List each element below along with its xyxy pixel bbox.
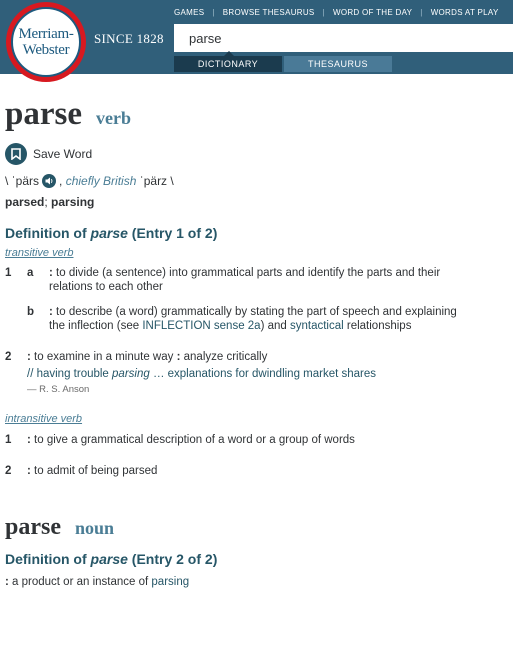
tab-thesaurus[interactable]: THESAURUS <box>284 56 392 72</box>
sense-1b-text-2: ) and <box>260 320 290 332</box>
syntactical-link[interactable]: syntactical <box>290 320 344 332</box>
nav-games[interactable]: GAMES <box>174 8 204 17</box>
bookmark-icon <box>5 143 27 165</box>
sense-text: : to give a grammatical description of a… <box>27 434 355 446</box>
entry2-sense: : a product or an instance of parsing <box>5 575 505 589</box>
sense-1a-text: to divide (a sentence) into grammatical … <box>49 267 441 293</box>
sense-2-text-1: to examine in a minute way <box>30 351 177 363</box>
def-heading-word: parse <box>90 551 128 567</box>
sense-letter: a <box>27 267 34 279</box>
entry2-part-of-speech[interactable]: noun <box>75 518 114 539</box>
entry1-headword: parse <box>5 96 82 132</box>
sense-1b-text-3: relationships <box>343 320 412 332</box>
sense-number: 2 <box>5 351 12 363</box>
entry2-def-text: a product or an instance of <box>8 576 152 588</box>
nav-browse-thesaurus[interactable]: BROWSE THESAURUS <box>223 8 315 17</box>
example-word: parsing <box>112 368 150 380</box>
transitive-verb-label[interactable]: transitive verb <box>5 247 505 259</box>
sense-number: 1 <box>5 267 12 279</box>
tab-dictionary[interactable]: DICTIONARY <box>174 51 282 72</box>
def-heading-prefix: Definition of <box>5 551 91 567</box>
sense-text: : a product or an instance of parsing <box>5 576 190 588</box>
top-nav: GAMES | BROWSE THESAURUS | WORD OF THE D… <box>174 8 499 17</box>
pron-us: \ ˈpärs <box>5 174 40 188</box>
pron-chiefly-british: chiefly British <box>65 174 137 188</box>
entry2-headword-row: parse noun <box>5 514 505 541</box>
search-input[interactable]: parse <box>174 24 513 52</box>
entry1-part-of-speech[interactable]: verb <box>96 108 131 129</box>
intransitive-1-text: to give a grammatical description of a w… <box>30 434 355 446</box>
sense-1b: b : to describe (a word) grammatically b… <box>5 305 475 333</box>
sense-2-text-2: analyze critically <box>180 351 268 363</box>
inflection-parsed: parsed <box>5 195 45 209</box>
sense-number-spacer <box>5 305 27 333</box>
sense-text: : to admit of being parsed <box>27 465 158 477</box>
entry2-definition-heading: Definition of parse (Entry 2 of 2) <box>5 551 505 567</box>
pronunciation: \ ˈpärs , chiefly British ˈpärz \ <box>5 174 505 188</box>
inflection-sense-link[interactable]: INFLECTION sense 2a <box>142 320 260 332</box>
entry1-definition-heading: Definition of parse (Entry 1 of 2) <box>5 225 505 241</box>
site-header: Merriam- Webster SINCE 1828 GAMES | BROW… <box>0 0 513 82</box>
def-heading-suffix: (Entry 2 of 2) <box>127 551 218 567</box>
entry-content: parse verb Save Word \ ˈpärs , chiefly B… <box>5 96 505 589</box>
save-word-label: Save Word <box>33 147 93 161</box>
nav-word-of-the-day[interactable]: WORD OF THE DAY <box>333 8 412 17</box>
intransitive-2-text: to admit of being parsed <box>30 465 158 477</box>
sense-text: : to divide (a sentence) into grammatica… <box>49 267 441 293</box>
def-heading-word: parse <box>90 225 128 241</box>
inflections: parsed; parsing <box>5 195 505 209</box>
merriam-webster-logo[interactable]: Merriam- Webster <box>6 2 86 82</box>
pron-separator: , <box>59 174 66 188</box>
sense-2: 2 : to examine in a minute way : analyze… <box>5 350 475 364</box>
pron-british: ˈpärz \ <box>139 174 174 188</box>
sense-text: : to describe (a word) grammatically by … <box>49 306 457 332</box>
logo-badge: Merriam- Webster <box>11 7 81 77</box>
entry1-headword-row: parse verb <box>5 96 505 136</box>
intransitive-sense-1: 1 : to give a grammatical description of… <box>5 433 505 447</box>
sense-number: 1 <box>5 434 12 446</box>
def-heading-prefix: Definition of <box>5 225 91 241</box>
since-tagline: SINCE 1828 <box>94 31 164 46</box>
intransitive-sense-2: 2 : to admit of being parsed <box>5 464 505 478</box>
example-prefix: // having trouble <box>27 368 113 380</box>
nav-words-at-play[interactable]: WORDS AT PLAY <box>431 8 499 17</box>
save-word-button[interactable]: Save Word <box>5 143 505 165</box>
usage-example: // having trouble parsing … explanations… <box>27 367 505 382</box>
nav-separator: | <box>420 8 423 17</box>
sense-number: 2 <box>5 465 12 477</box>
search-value: parse <box>189 30 222 46</box>
parsing-link[interactable]: parsing <box>151 576 189 588</box>
logo-text-line1: Merriam- <box>18 26 74 42</box>
example-suffix: … explanations for dwindling market shar… <box>149 368 377 380</box>
speaker-icon[interactable] <box>42 174 57 188</box>
example-attribution: — R. S. Anson <box>27 384 90 395</box>
inflection-parsing: parsing <box>51 195 95 209</box>
logo-text-line2: Webster <box>22 42 70 58</box>
entry2-headword: parse <box>5 514 61 540</box>
search-tabs: DICTIONARY THESAURUS <box>174 51 392 72</box>
nav-separator: | <box>322 8 325 17</box>
nav-separator: | <box>212 8 215 17</box>
sense-text: : to examine in a minute way : analyze c… <box>27 351 268 363</box>
def-heading-suffix: (Entry 1 of 2) <box>127 225 218 241</box>
intransitive-verb-label[interactable]: intransitive verb <box>5 413 505 425</box>
sense-letter: b <box>27 306 35 318</box>
sense-1a: 1 a : to divide (a sentence) into gramma… <box>5 266 475 294</box>
